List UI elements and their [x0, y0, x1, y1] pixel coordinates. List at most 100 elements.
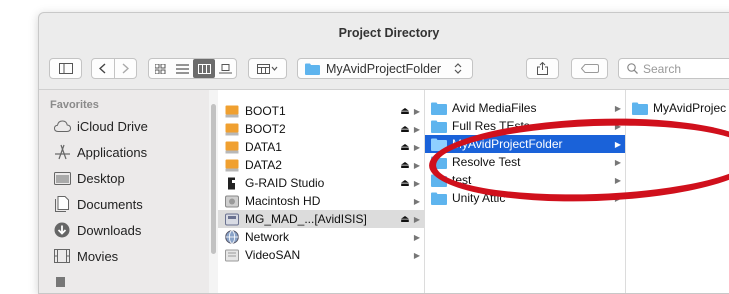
item-label: Full Res TEsts	[452, 119, 530, 133]
item-label: Macintosh HD	[245, 194, 321, 208]
list-view-icon	[175, 63, 189, 74]
eject-icon[interactable]: ⏏	[400, 160, 410, 171]
folder-icon	[632, 101, 648, 115]
chevron-right-icon	[122, 63, 129, 74]
browser-content: Favorites iCloud Drive Applications Desk…	[39, 89, 729, 293]
g-raid-icon	[224, 176, 240, 190]
volume-row[interactable]: Network ▶	[218, 228, 424, 246]
chevron-right-icon: ▶	[413, 214, 421, 224]
volume-row[interactable]: MG_MAD_...[AvidISIS] ⏏ ▶	[218, 210, 424, 228]
column-view-icon	[197, 63, 211, 74]
server-volume-icon	[224, 212, 240, 226]
folder-row[interactable]: MyAvidProjectFolder ▶	[425, 135, 625, 153]
item-label: Unity Attic	[452, 191, 506, 205]
folder-icon	[431, 119, 447, 133]
sidebar-toggle-button[interactable]	[49, 58, 82, 79]
folder-row[interactable]: Avid MediaFiles ▶	[425, 99, 625, 117]
item-label: Network	[245, 230, 290, 244]
search-placeholder: Search	[643, 61, 682, 76]
volume-row[interactable]: G-RAID Studio ⏏ ▶	[218, 174, 424, 192]
drive-icon	[224, 158, 240, 172]
sidebar-item-downloads[interactable]: Downloads	[53, 218, 141, 242]
sidebar-item-desktop[interactable]: Desktop	[53, 166, 125, 190]
path-popup[interactable]: MyAvidProjectFolder	[297, 58, 473, 79]
column-view-button[interactable]	[193, 59, 215, 78]
sidebar-item-applications[interactable]: Applications	[53, 140, 147, 164]
folder-row[interactable]: Full Res TEsts ▶	[425, 117, 625, 135]
item-label: DATA2	[245, 158, 282, 172]
arrange-icon	[256, 63, 277, 74]
sidebar-toggle-icon	[58, 63, 73, 74]
search-field[interactable]: Search	[618, 58, 729, 79]
finder-window: Project Directory MyAvidProjectFolder Se…	[38, 12, 729, 294]
sidebar-header: Favorites	[50, 99, 99, 111]
folder-row[interactable]: Unity Attic ▶	[425, 189, 625, 207]
eject-icon[interactable]: ⏏	[400, 142, 410, 153]
chevron-right-icon: ▶	[614, 121, 622, 131]
chevron-right-icon: ▶	[413, 178, 421, 188]
back-button[interactable]	[92, 59, 115, 78]
downloads-icon	[53, 221, 71, 239]
column-volume: Avid MediaFiles ▶ Full Res TEsts ▶ MyAvidPro…	[425, 90, 625, 293]
music-icon	[53, 273, 71, 291]
chevron-right-icon: ▶	[413, 250, 421, 260]
item-label: test	[452, 173, 472, 187]
eject-icon[interactable]: ⏏	[400, 106, 410, 117]
drive-icon	[224, 122, 240, 136]
forward-button[interactable]	[115, 59, 136, 78]
updown-chevron-icon	[454, 63, 462, 74]
view-mode-control	[148, 58, 237, 79]
sidebar-item-label: Movies	[77, 248, 119, 264]
column-project-folder: MyAvidProjec	[626, 90, 729, 293]
volume-row[interactable]: BOOT2 ⏏ ▶	[218, 120, 424, 138]
folder-icon	[431, 155, 447, 169]
eject-icon[interactable]: ⏏	[400, 124, 410, 135]
sidebar-item-label: Desktop	[77, 170, 125, 186]
sidebar-item-label: Downloads	[77, 222, 142, 238]
sidebar: Favorites iCloud Drive Applications Desk…	[39, 90, 209, 293]
arrange-button[interactable]	[248, 58, 287, 79]
eject-icon[interactable]: ⏏	[400, 178, 410, 189]
sidebar-item-movies[interactable]: Movies	[53, 244, 118, 268]
volume-row[interactable]: DATA1 ⏏ ▶	[218, 138, 424, 156]
share-icon	[537, 62, 548, 75]
volume-row[interactable]: BOOT1 ⏏ ▶	[218, 102, 424, 120]
chevron-right-icon: ▶	[614, 103, 622, 113]
desktop-icon	[53, 169, 71, 187]
cover-flow-button[interactable]	[215, 59, 236, 78]
sidebar-item-label: Documents	[77, 196, 143, 212]
sidebar-scrollbar-thumb[interactable]	[211, 104, 216, 254]
icon-view-button[interactable]	[149, 59, 171, 78]
volume-row[interactable]: DATA2 ⏏ ▶	[218, 156, 424, 174]
network-icon	[224, 230, 240, 244]
folder-row[interactable]: MyAvidProjec	[626, 99, 729, 117]
sidebar-item-label: iCloud Drive	[77, 118, 148, 134]
item-label: Resolve Test	[452, 155, 521, 169]
column-devices: BOOT1 ⏏ ▶ BOOT2 ⏏ ▶ DATA1 ⏏ ▶ DATA2 ⏏ ▶ G-RAID Studi…	[218, 90, 424, 293]
tag-icon	[580, 64, 599, 73]
eject-icon[interactable]: ⏏	[400, 214, 410, 225]
folder-row[interactable]: Resolve Test ▶	[425, 153, 625, 171]
chevron-right-icon: ▶	[413, 196, 421, 206]
tag-button[interactable]	[571, 58, 608, 79]
sidebar-item-documents[interactable]: Documents	[53, 192, 143, 216]
list-view-button[interactable]	[171, 59, 193, 78]
chevron-left-icon	[99, 63, 106, 74]
drive-icon	[224, 104, 240, 118]
chevron-right-icon: ▶	[413, 142, 421, 152]
share-button[interactable]	[526, 58, 559, 79]
hard-disk-icon	[224, 194, 240, 208]
path-popup-label: MyAvidProjectFolder	[326, 61, 442, 76]
folder-row[interactable]: test ▶	[425, 171, 625, 189]
sidebar-item-label: Applications	[77, 144, 148, 160]
chevron-right-icon: ▶	[614, 139, 622, 149]
folder-icon	[431, 137, 447, 151]
item-label: MyAvidProjec	[653, 101, 727, 115]
volume-row[interactable]: VideoSAN ▶	[218, 246, 424, 264]
item-label: Avid MediaFiles	[452, 101, 537, 115]
volume-row[interactable]: Macintosh HD ▶	[218, 192, 424, 210]
sidebar-item-icloud-drive[interactable]: iCloud Drive	[53, 114, 148, 138]
documents-icon	[53, 195, 71, 213]
item-label: MyAvidProjectFolder	[452, 137, 563, 151]
item-label: G-RAID Studio	[245, 176, 325, 190]
